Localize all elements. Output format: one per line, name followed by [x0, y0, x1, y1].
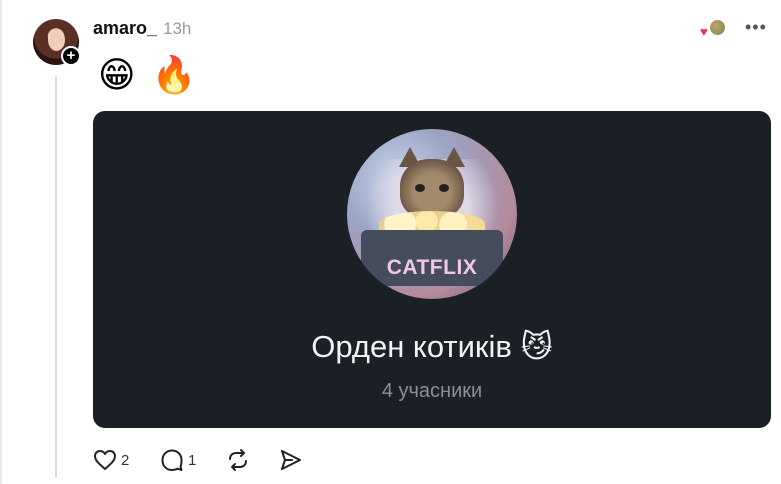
group-title: Орден котиків 😼: [311, 329, 553, 364]
group-avatar: CATFLIX: [347, 129, 517, 299]
share-icon: [281, 450, 301, 470]
like-count: 2: [121, 451, 130, 469]
avatar[interactable]: +: [33, 19, 81, 66]
post-text: 😁 🔥: [98, 54, 196, 96]
group-subtitle: 4 учасники: [381, 380, 483, 402]
repost-button[interactable]: [226, 447, 250, 473]
more-icon[interactable]: •••: [745, 17, 767, 37]
username[interactable]: amaro_: [93, 18, 157, 39]
left-border: [0, 0, 2, 484]
reactor-avatars[interactable]: ♥: [700, 18, 728, 40]
like-button[interactable]: 2: [93, 447, 129, 473]
reply-count: 1: [188, 451, 197, 469]
heart-icon: ♥: [700, 24, 708, 39]
cat-head: [400, 159, 464, 219]
cat-eye-left: [415, 184, 425, 192]
reply-button[interactable]: 1: [160, 447, 196, 473]
share-button[interactable]: [279, 447, 303, 473]
catflix-label: CATFLIX: [386, 256, 478, 279]
thread-line: [55, 76, 57, 478]
plus-icon[interactable]: +: [61, 46, 81, 66]
cat-eye-right: [439, 184, 449, 192]
grinning-emoji: 😁: [98, 54, 136, 95]
fire-emoji: 🔥: [151, 54, 197, 95]
timestamp[interactable]: 13h: [163, 19, 191, 39]
avatar-face: [48, 29, 65, 51]
comment-icon: [161, 449, 183, 471]
reactor-avatar: [709, 19, 726, 36]
repost-icon: [229, 449, 247, 471]
group-invite-card[interactable]: CATFLIX Орден котиків 😼 4 учасники: [93, 111, 771, 428]
heart-icon: [94, 450, 116, 470]
